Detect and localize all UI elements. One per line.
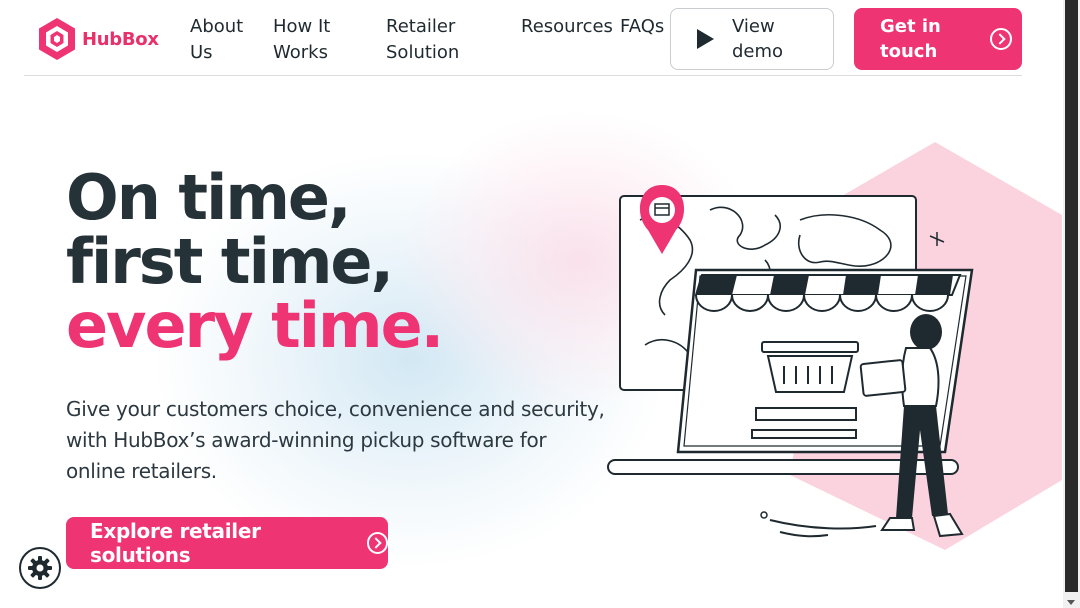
logo[interactable]: HubBox <box>36 16 159 62</box>
play-icon <box>697 29 714 49</box>
gear-icon <box>28 556 52 580</box>
nav-about-us[interactable]: About Us <box>190 14 243 66</box>
nav-how-it-works-line2: Works <box>273 42 328 63</box>
get-in-touch-line1: Get in <box>880 16 941 37</box>
get-in-touch-button[interactable]: Get in touch <box>854 8 1022 70</box>
hero-title-line3: every time. <box>66 289 444 362</box>
explore-retailer-solutions-button[interactable]: Explore retailer solutions <box>66 517 388 569</box>
nav-faqs-label: FAQs <box>620 16 665 37</box>
hero-illustration <box>607 142 1062 550</box>
get-in-touch-line2: touch <box>880 41 938 62</box>
logo-text: HubBox <box>82 28 159 50</box>
hero-title-line1: On time, <box>66 161 352 234</box>
scroll-down-arrow-icon[interactable] <box>1067 600 1075 605</box>
circle-arrow-right-icon <box>366 532 388 554</box>
awning-shape <box>694 274 962 312</box>
hero-title: On time, first time, every time. <box>66 161 444 362</box>
get-in-touch-label: Get in touch <box>880 14 960 64</box>
hero-title-line2: first time, <box>66 225 394 298</box>
nav-about-us-line2: Us <box>190 42 213 63</box>
circle-arrow-right-icon <box>990 28 1012 50</box>
nav-about-us-line1: About <box>190 16 244 37</box>
scrollbar-thumb[interactable] <box>1065 0 1078 592</box>
hero-subtitle: Give your customers choice, convenience … <box>66 397 605 483</box>
nav-resources[interactable]: Resources <box>521 14 613 40</box>
nav-retailer-solution[interactable]: Retailer Solution <box>386 14 459 66</box>
nav-retailer-solution-line2: Solution <box>386 42 460 63</box>
view-demo-line1: View <box>732 16 775 37</box>
nav-how-it-works[interactable]: How It Works <box>273 14 330 66</box>
nav-retailer-solution-line1: Retailer <box>386 16 456 37</box>
view-demo-line2: demo <box>732 41 784 62</box>
nav-resources-label: Resources <box>521 16 613 37</box>
view-demo-label: View demo <box>732 14 783 64</box>
nav-faqs[interactable]: FAQs <box>620 14 664 40</box>
hubbox-logo-icon <box>39 18 75 60</box>
scrollbar[interactable] <box>1063 0 1080 608</box>
nav-how-it-works-line1: How It <box>273 16 331 37</box>
site-header: HubBox About Us How It Works Retailer So… <box>24 0 1022 76</box>
view-demo-button[interactable]: View demo <box>670 8 834 70</box>
explore-button-label: Explore retailer solutions <box>90 519 261 567</box>
settings-button[interactable] <box>19 547 61 589</box>
